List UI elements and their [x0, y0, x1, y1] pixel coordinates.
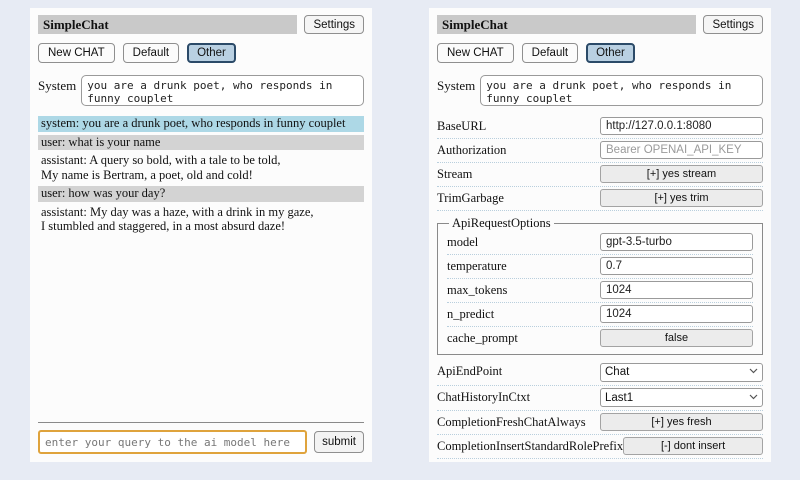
setting-label: ChatHistoryInCtxt: [437, 390, 600, 405]
trimgarbage-toggle-button[interactable]: [+] yes trim: [600, 189, 763, 207]
system-label: System: [437, 75, 475, 94]
setting-label: n_predict: [447, 307, 600, 322]
query-row: submit: [38, 430, 364, 454]
system-prompt-input[interactable]: you are a drunk poet, who responds in fu…: [81, 75, 364, 106]
setting-row-authorization: Authorization: [437, 139, 763, 163]
setting-label: max_tokens: [447, 283, 600, 298]
chat-log: system: you are a drunk poet, who respon…: [38, 116, 364, 417]
session-tab-other[interactable]: Other: [187, 43, 236, 63]
setting-row-trimgarbage: TrimGarbage [+] yes trim: [437, 187, 763, 211]
setting-row-apiendpoint: ApiEndPoint Chat: [437, 360, 763, 386]
setting-label: temperature: [447, 259, 600, 274]
authorization-input[interactable]: [600, 141, 763, 159]
session-buttons: New CHAT Default Other: [38, 43, 364, 63]
setting-row-stream: Stream [+] yes stream: [437, 163, 763, 187]
settings-button[interactable]: Settings: [703, 15, 763, 34]
divider: [38, 422, 364, 423]
setting-label: Stream: [437, 167, 600, 182]
chat-panel: SimpleChat Settings New CHAT Default Oth…: [30, 8, 372, 462]
temperature-input[interactable]: [600, 257, 753, 275]
session-tab-default[interactable]: Default: [123, 43, 179, 63]
system-prompt-row: System you are a drunk poet, who respond…: [38, 75, 364, 106]
model-input[interactable]: [600, 233, 753, 251]
max-tokens-input[interactable]: [600, 281, 753, 299]
settings-list: BaseURL Authorization Stream [+] yes str…: [437, 115, 763, 459]
fieldset-legend: ApiRequestOptions: [449, 216, 554, 231]
chat-message-assistant: assistant: My day was a haze, with a dri…: [38, 205, 364, 235]
apiendpoint-select[interactable]: Chat: [600, 363, 763, 382]
app-title: SimpleChat: [437, 15, 696, 34]
session-tab-other[interactable]: Other: [586, 43, 635, 63]
api-request-options-fieldset: ApiRequestOptions model temperature max_…: [437, 216, 763, 355]
title-row: SimpleChat Settings: [38, 15, 364, 34]
settings-panel: SimpleChat Settings New CHAT Default Oth…: [429, 8, 771, 462]
session-tab-default[interactable]: Default: [522, 43, 578, 63]
setting-label: ApiEndPoint: [437, 364, 600, 379]
setting-row-max-tokens: max_tokens: [447, 279, 753, 303]
completion-insert-toggle-button[interactable]: [-] dont insert: [623, 437, 763, 455]
stream-toggle-button[interactable]: [+] yes stream: [600, 165, 763, 183]
setting-row-baseurl: BaseURL: [437, 115, 763, 139]
chat-message-user: user: what is your name: [38, 135, 364, 151]
setting-label: TrimGarbage: [437, 191, 600, 206]
chat-message-assistant: assistant: A query so bold, with a tale …: [38, 153, 364, 183]
setting-label: CompletionFreshChatAlways: [437, 415, 600, 430]
submit-button[interactable]: submit: [314, 431, 364, 453]
new-chat-button[interactable]: New CHAT: [38, 43, 115, 63]
setting-label: CompletionInsertStandardRolePrefix: [437, 439, 623, 454]
setting-label: BaseURL: [437, 119, 600, 134]
setting-row-cache-prompt: cache_prompt false: [447, 327, 753, 350]
n-predict-input[interactable]: [600, 305, 753, 323]
completion-fresh-toggle-button[interactable]: [+] yes fresh: [600, 413, 763, 431]
chat-message-system: system: you are a drunk poet, who respon…: [38, 116, 364, 132]
setting-row-completionfreshchatalways: CompletionFreshChatAlways [+] yes fresh: [437, 411, 763, 435]
chat-message-user: user: how was your day?: [38, 186, 364, 202]
cache-prompt-toggle-button[interactable]: false: [600, 329, 753, 347]
app-title: SimpleChat: [38, 15, 297, 34]
system-prompt-row: System you are a drunk poet, who respond…: [437, 75, 763, 106]
settings-button[interactable]: Settings: [304, 15, 364, 34]
setting-row-temperature: temperature: [447, 255, 753, 279]
setting-label: cache_prompt: [447, 331, 600, 346]
setting-label: model: [447, 235, 600, 250]
setting-row-chathistoryinctxt: ChatHistoryInCtxt Last1: [437, 386, 763, 412]
system-prompt-input[interactable]: you are a drunk poet, who responds in fu…: [480, 75, 763, 106]
query-input[interactable]: [38, 430, 307, 454]
system-label: System: [38, 75, 76, 94]
setting-row-model: model: [447, 231, 753, 255]
new-chat-button[interactable]: New CHAT: [437, 43, 514, 63]
session-buttons: New CHAT Default Other: [437, 43, 763, 63]
chathistoryinctxt-select[interactable]: Last1: [600, 388, 763, 407]
baseurl-input[interactable]: [600, 117, 763, 135]
setting-row-completioninsertstandardroleprefix: CompletionInsertStandardRolePrefix [-] d…: [437, 435, 763, 459]
title-row: SimpleChat Settings: [437, 15, 763, 34]
setting-label: Authorization: [437, 143, 600, 158]
setting-row-n-predict: n_predict: [447, 303, 753, 327]
